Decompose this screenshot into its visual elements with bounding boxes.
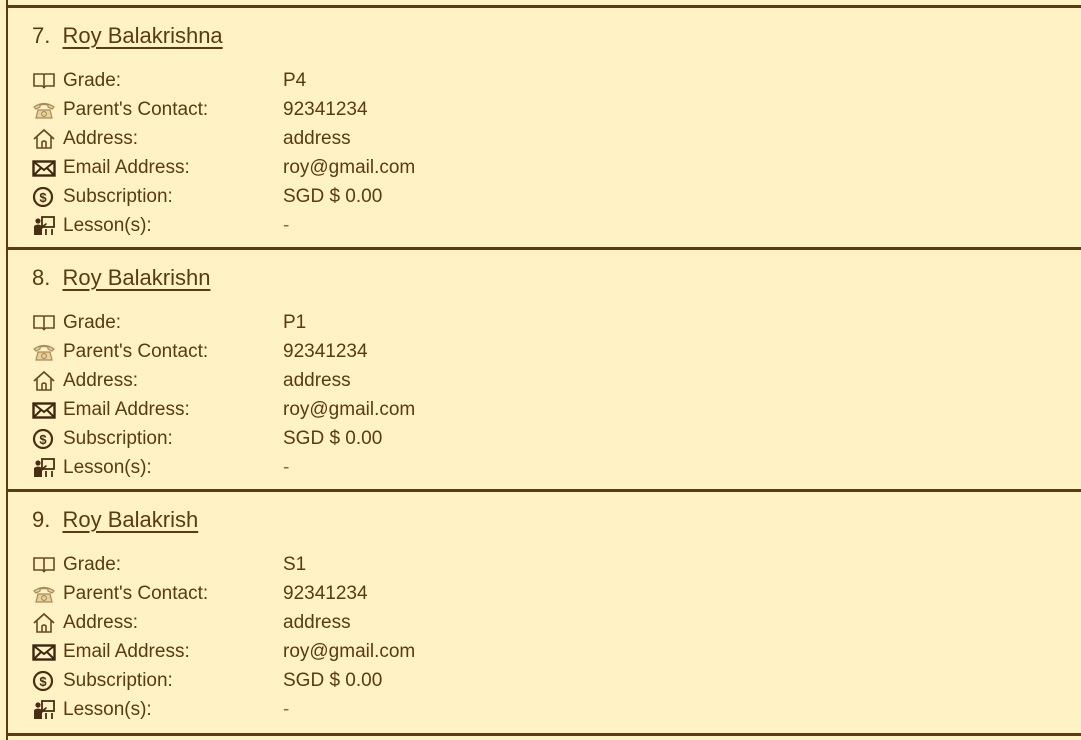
subscription-field: $ Subscription: SGD $ 0.00: [32, 182, 732, 211]
subscription-label: Subscription:: [63, 428, 173, 449]
email-field: Email Address: roy@gmail.com: [32, 637, 732, 666]
subscription-label: Subscription:: [63, 670, 173, 691]
email-label: Email Address:: [63, 641, 190, 662]
address-value: address: [283, 612, 351, 633]
dollar-coin-icon: $: [32, 428, 56, 450]
svg-text:$: $: [39, 674, 47, 689]
envelope-icon: [32, 158, 56, 178]
lessons-label: Lesson(s):: [63, 457, 152, 478]
grade-label: Grade:: [63, 312, 122, 333]
list-bottom-border: [8, 733, 1081, 736]
book-icon: [32, 71, 56, 91]
dollar-coin-icon: $: [32, 186, 56, 208]
lessons-value: -: [283, 699, 290, 720]
contact-label: Parent's Contact:: [63, 583, 209, 604]
envelope-icon: [32, 400, 56, 420]
lessons-field: Lesson(s): -: [32, 453, 732, 482]
teacher-icon: [32, 700, 56, 720]
dollar-coin-icon: $: [32, 670, 56, 692]
subscription-label: Subscription:: [63, 186, 173, 207]
student-card-title: 8. Roy Balakrishn: [32, 264, 210, 292]
email-value: roy@gmail.com: [283, 399, 416, 420]
lessons-value: -: [283, 457, 290, 478]
student-name[interactable]: Roy Balakrish: [62, 507, 198, 532]
lessons-value: -: [283, 215, 290, 236]
subscription-value: SGD $ 0.00: [283, 186, 383, 207]
email-value: roy@gmail.com: [283, 157, 416, 178]
subscription-field: $ Subscription: SGD $ 0.00: [32, 666, 732, 695]
contact-value: 92341234: [283, 99, 368, 120]
student-index: 7.: [32, 23, 51, 48]
subscription-field: $ Subscription: SGD $ 0.00: [32, 424, 732, 453]
student-card[interactable]: 9. Roy Balakrish Grade: S1 Parent's Cont…: [8, 489, 1081, 733]
address-label: Address:: [63, 370, 138, 391]
lessons-field: Lesson(s): -: [32, 211, 732, 240]
contact-value: 92341234: [283, 583, 368, 604]
student-index: 8.: [32, 265, 51, 290]
teacher-icon: [32, 458, 56, 478]
grade-value: S1: [283, 554, 307, 575]
telephone-icon: [32, 342, 56, 362]
student-list[interactable]: 7. Roy Balakrishna Grade: P4 Parent's Co…: [6, 0, 1081, 740]
address-value: address: [283, 128, 351, 149]
contact-label: Parent's Contact:: [63, 341, 209, 362]
contact-value: 92341234: [283, 341, 368, 362]
student-name[interactable]: Roy Balakrishna: [62, 23, 222, 48]
grade-field: Grade: P4: [32, 66, 732, 95]
address-field: Address: address: [32, 608, 732, 637]
email-field: Email Address: roy@gmail.com: [32, 395, 732, 424]
lessons-label: Lesson(s):: [63, 215, 152, 236]
book-icon: [32, 555, 56, 575]
address-label: Address:: [63, 128, 138, 149]
student-index: 9.: [32, 507, 51, 532]
telephone-icon: [32, 100, 56, 120]
svg-text:$: $: [39, 190, 47, 205]
book-icon: [32, 313, 56, 333]
email-label: Email Address:: [63, 157, 190, 178]
envelope-icon: [32, 642, 56, 662]
grade-value: P1: [283, 312, 307, 333]
address-label: Address:: [63, 612, 138, 633]
lessons-label: Lesson(s):: [63, 699, 152, 720]
telephone-icon: [32, 584, 56, 604]
lessons-field: Lesson(s): -: [32, 695, 732, 724]
contact-label: Parent's Contact:: [63, 99, 209, 120]
student-card[interactable]: 7. Roy Balakrishna Grade: P4 Parent's Co…: [8, 5, 1081, 247]
house-icon: [32, 371, 56, 391]
grade-value: P4: [283, 70, 307, 91]
grade-field: Grade: P1: [32, 308, 732, 337]
address-field: Address: address: [32, 366, 732, 395]
student-card[interactable]: 8. Roy Balakrishn Grade: P1 Parent's Con…: [8, 247, 1081, 489]
grade-label: Grade:: [63, 70, 122, 91]
address-field: Address: address: [32, 124, 732, 153]
contact-field: Parent's Contact: 92341234: [32, 337, 732, 366]
email-field: Email Address: roy@gmail.com: [32, 153, 732, 182]
email-value: roy@gmail.com: [283, 641, 416, 662]
svg-text:$: $: [39, 432, 47, 447]
student-card-title: 9. Roy Balakrish: [32, 506, 198, 534]
student-name[interactable]: Roy Balakrishn: [62, 265, 210, 290]
subscription-value: SGD $ 0.00: [283, 428, 383, 449]
grade-field: Grade: S1: [32, 550, 732, 579]
grade-label: Grade:: [63, 554, 122, 575]
address-value: address: [283, 370, 351, 391]
email-label: Email Address:: [63, 399, 190, 420]
house-icon: [32, 613, 56, 633]
teacher-icon: [32, 216, 56, 236]
student-card-title: 7. Roy Balakrishna: [32, 22, 223, 50]
subscription-value: SGD $ 0.00: [283, 670, 383, 691]
contact-field: Parent's Contact: 92341234: [32, 95, 732, 124]
house-icon: [32, 129, 56, 149]
contact-field: Parent's Contact: 92341234: [32, 579, 732, 608]
